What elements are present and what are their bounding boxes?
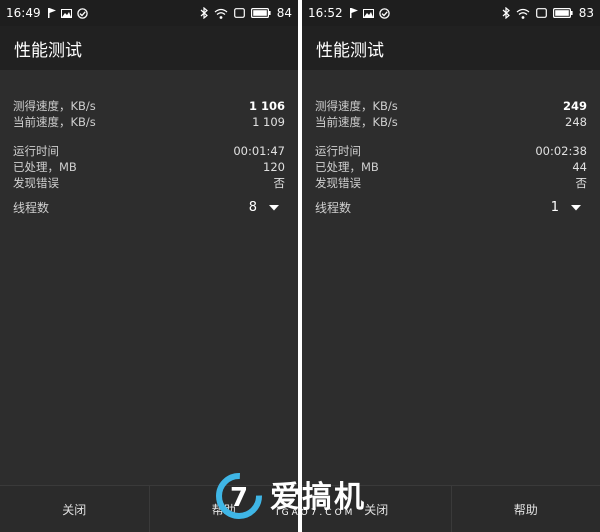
- processed-label: 已处理，MB: [13, 160, 77, 174]
- page-title: 性能测试: [302, 26, 600, 70]
- dropdown-arrow-icon: [269, 204, 279, 211]
- current-speed-row: 当前速度，KB/s 1 109: [13, 114, 285, 130]
- processed-value: 44: [572, 160, 587, 174]
- run-time-value: 00:02:38: [535, 144, 587, 158]
- run-time-row: 运行时间 00:01:47: [13, 143, 285, 159]
- current-speed-label: 当前速度，KB/s: [315, 115, 398, 129]
- processed-row: 已处理，MB 44: [315, 159, 587, 175]
- flag-icon: [47, 8, 56, 18]
- threads-dropdown[interactable]: 8: [249, 200, 285, 215]
- status-time: 16:49: [6, 6, 41, 20]
- processed-row: 已处理，MB 120: [13, 159, 285, 175]
- run-time-row: 运行时间 00:02:38: [315, 143, 587, 159]
- bottom-bar: 关闭 帮助: [302, 485, 600, 532]
- bottom-bar: 关闭 帮助: [0, 485, 298, 532]
- sim-icon: [233, 8, 245, 18]
- threads-dropdown[interactable]: 1: [551, 200, 587, 215]
- current-speed-value: 1 109: [252, 115, 285, 129]
- measured-speed-label: 测得速度，KB/s: [315, 99, 398, 113]
- run-time-label: 运行时间: [315, 144, 361, 158]
- current-speed-row: 当前速度，KB/s 248: [315, 114, 587, 130]
- wifi-icon: [214, 8, 228, 19]
- close-button[interactable]: 关闭: [0, 486, 149, 532]
- bluetooth-icon: [200, 7, 208, 19]
- check-circle-icon: [76, 7, 88, 19]
- close-button[interactable]: 关闭: [302, 486, 451, 532]
- run-time-label: 运行时间: [13, 144, 59, 158]
- dropdown-arrow-icon: [571, 204, 581, 211]
- sim-icon: [535, 8, 547, 18]
- errors-value: 否: [273, 176, 286, 190]
- screen-right: 16:52 83 性能测试 测得速度，KB/s 249 当前速度，KB/s 24…: [302, 0, 600, 532]
- errors-value: 否: [575, 176, 588, 190]
- status-bar: 16:49 84: [0, 0, 298, 26]
- threads-row: 线程数 8: [13, 199, 285, 216]
- status-time: 16:52: [308, 6, 343, 20]
- image-icon: [362, 8, 374, 18]
- check-circle-icon: [378, 7, 390, 19]
- image-icon: [60, 8, 72, 18]
- threads-row: 线程数 1: [315, 199, 587, 216]
- current-speed-value: 248: [565, 115, 587, 129]
- wifi-icon: [516, 8, 530, 19]
- processed-label: 已处理，MB: [315, 160, 379, 174]
- measured-speed-value: 1 106: [248, 99, 285, 113]
- threads-label: 线程数: [315, 201, 352, 215]
- errors-label: 发现错误: [315, 176, 361, 190]
- measured-speed-label: 测得速度，KB/s: [13, 99, 96, 113]
- status-bar: 16:52 83: [302, 0, 600, 26]
- measured-speed-row: 测得速度，KB/s 249: [315, 98, 587, 114]
- page-title: 性能测试: [0, 26, 298, 70]
- battery-icon: [552, 8, 573, 18]
- run-time-value: 00:01:47: [233, 144, 285, 158]
- battery-icon: [250, 8, 271, 18]
- errors-row: 发现错误 否: [13, 175, 285, 191]
- processed-value: 120: [263, 160, 285, 174]
- errors-row: 发现错误 否: [315, 175, 587, 191]
- bluetooth-icon: [502, 7, 510, 19]
- screen-left: 16:49 84 性能测试 测得速度，KB/s 1 106 当前速度，KB/s …: [0, 0, 298, 532]
- battery-level: 84: [276, 6, 292, 20]
- threads-label: 线程数: [13, 201, 50, 215]
- measured-speed-row: 测得速度，KB/s 1 106: [13, 98, 285, 114]
- threads-value: 1: [550, 200, 559, 215]
- threads-value: 8: [248, 200, 257, 215]
- help-button[interactable]: 帮助: [148, 486, 299, 532]
- flag-icon: [349, 8, 358, 18]
- battery-level: 83: [578, 6, 594, 20]
- current-speed-label: 当前速度，KB/s: [13, 115, 96, 129]
- measured-speed-value: 249: [562, 99, 587, 113]
- errors-label: 发现错误: [13, 176, 59, 190]
- help-button[interactable]: 帮助: [450, 486, 600, 532]
